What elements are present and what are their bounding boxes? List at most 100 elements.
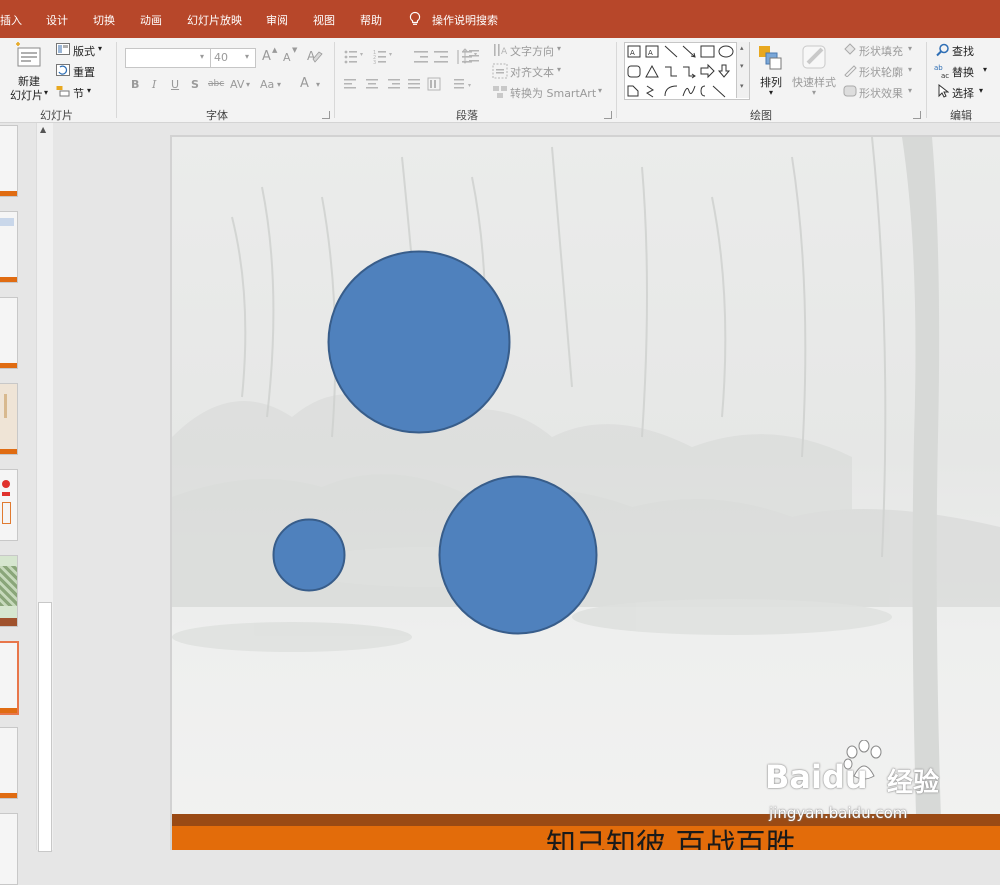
chevron-down-icon[interactable]: ▾: [316, 80, 320, 89]
character-spacing-button[interactable]: AV: [230, 78, 244, 91]
font-size-select[interactable]: 40 ▾: [210, 48, 256, 68]
layout-icon: [56, 43, 70, 55]
editing-group-label: 编辑: [950, 109, 972, 122]
search-tell-me[interactable]: 操作说明搜索: [432, 12, 498, 28]
chevron-down-icon[interactable]: ▾: [44, 88, 48, 97]
chevron-down-icon[interactable]: ▾: [277, 80, 281, 89]
medium-circle[interactable]: [438, 475, 598, 635]
drawing-dialog-launcher-icon[interactable]: [913, 111, 921, 119]
chevron-down-icon[interactable]: ▾: [557, 44, 561, 53]
find-icon: [936, 43, 949, 57]
svg-text:A: A: [648, 49, 653, 57]
scroll-down-icon[interactable]: ▾: [740, 62, 744, 70]
chevron-down-icon[interactable]: ▾: [246, 80, 250, 89]
arrange-icon: [759, 46, 782, 70]
font-name-select[interactable]: ▾: [125, 48, 211, 68]
alignment-icons: ▾: [344, 77, 471, 91]
cursor-icon: [938, 84, 949, 98]
slide-thumbnail[interactable]: [0, 555, 18, 627]
svg-text:▾: ▾: [468, 82, 471, 89]
tab-transitions[interactable]: 切换: [93, 12, 115, 28]
slide-thumbnail[interactable]: [0, 383, 18, 455]
shapes-gallery-icons: A A: [627, 45, 734, 98]
font-dialog-launcher-icon[interactable]: [322, 111, 330, 119]
chevron-down-icon[interactable]: ▾: [98, 44, 102, 53]
drawing-group-label: 绘图: [750, 109, 772, 122]
slide-thumbnail[interactable]: [0, 813, 18, 885]
slide-thumbnail[interactable]: [0, 727, 18, 799]
svg-text:ac: ac: [941, 72, 949, 79]
shape-fill-button[interactable]: 形状填充: [859, 43, 903, 59]
ribbon-tab-bar: 插入 设计 切换 动画 幻灯片放映 审阅 视图 帮助 操作说明搜索: [0, 0, 1000, 38]
shape-effects-icon: [843, 85, 857, 97]
chevron-down-icon[interactable]: ▾: [908, 44, 912, 53]
slide-thumbnail[interactable]: [0, 211, 18, 283]
change-case-button[interactable]: Aa: [260, 78, 274, 91]
reset-button[interactable]: 重置: [73, 64, 95, 80]
more-shapes-icon[interactable]: ▾: [740, 82, 744, 90]
underline-button[interactable]: U: [171, 78, 179, 91]
shape-outline-button[interactable]: 形状轮廓: [859, 64, 903, 80]
clear-formatting-icon[interactable]: A: [306, 48, 324, 64]
italic-button[interactable]: I: [152, 78, 156, 91]
bold-button[interactable]: B: [131, 78, 139, 91]
large-circle[interactable]: [327, 250, 511, 434]
select-button[interactable]: 选择: [952, 85, 974, 101]
chevron-down-icon[interactable]: ▾: [87, 86, 91, 95]
convert-smartart-button[interactable]: 转换为 SmartArt: [510, 85, 596, 101]
shape-outline-icon: [844, 65, 857, 77]
grow-font-button[interactable]: A: [262, 49, 271, 64]
shapes-gallery-scroll[interactable]: ▴ ▾ ▾: [736, 42, 749, 98]
align-text-button[interactable]: 对齐文本: [510, 64, 554, 80]
smartart-icon: [493, 86, 507, 98]
tab-design[interactable]: 设计: [46, 12, 68, 28]
chevron-down-icon[interactable]: ▾: [812, 88, 816, 97]
tab-help[interactable]: 帮助: [360, 12, 382, 28]
scrollbar-thumb[interactable]: [38, 602, 52, 852]
slide-thumbnail-current[interactable]: [0, 641, 19, 715]
chevron-down-icon[interactable]: ▾: [983, 65, 987, 74]
small-circle[interactable]: [272, 518, 346, 592]
shapes-gallery[interactable]: A A: [624, 42, 750, 100]
shadow-button[interactable]: S: [191, 78, 199, 91]
scroll-up-icon[interactable]: ▴: [740, 44, 744, 52]
list-indent-icons: ▾ 1 2 3 ▾ ▾: [344, 50, 477, 66]
chevron-down-icon: ▾: [245, 52, 250, 61]
svg-text:3: 3: [373, 60, 376, 66]
scroll-up-icon[interactable]: ▲: [40, 125, 46, 134]
svg-text:▾: ▾: [389, 51, 392, 58]
slide-thumbnail[interactable]: [0, 125, 18, 197]
tab-view[interactable]: 视图: [313, 12, 335, 28]
strikethrough-button[interactable]: abc: [208, 79, 224, 89]
tab-review[interactable]: 审阅: [266, 12, 288, 28]
chevron-down-icon[interactable]: ▾: [908, 86, 912, 95]
slide-thumbnail[interactable]: [0, 469, 18, 541]
new-slide-icon[interactable]: [14, 42, 44, 72]
slide-thumbnail[interactable]: [0, 297, 18, 369]
tab-insert[interactable]: 插入: [0, 12, 22, 28]
line-spacing-icon[interactable]: [462, 47, 484, 65]
text-direction-button[interactable]: 文字方向: [510, 43, 554, 59]
replace-button[interactable]: 替换: [952, 64, 974, 80]
shrink-font-button[interactable]: A: [283, 51, 291, 64]
chevron-down-icon[interactable]: ▾: [557, 65, 561, 74]
font-color-button[interactable]: A: [300, 76, 309, 91]
footer-title[interactable]: 知己知彼 百战百胜: [546, 830, 796, 851]
shape-effects-button[interactable]: 形状效果: [859, 85, 903, 101]
lightbulb-icon: [409, 11, 421, 25]
section-button[interactable]: 节: [73, 85, 84, 101]
chevron-down-icon[interactable]: ▾: [979, 86, 983, 95]
chevron-down-icon[interactable]: ▾: [908, 65, 912, 74]
shape-fill-icon: [844, 43, 856, 55]
section-icon: [56, 86, 70, 97]
new-slide-label-2[interactable]: 幻灯片: [10, 87, 43, 103]
baidu-watermark: Baidu 经验 jingyan.baidu.com: [765, 740, 945, 830]
chevron-down-icon[interactable]: ▾: [598, 86, 602, 95]
tab-animations[interactable]: 动画: [140, 12, 162, 28]
layout-button[interactable]: 版式: [73, 43, 95, 59]
paragraph-dialog-launcher-icon[interactable]: [604, 111, 612, 119]
find-button[interactable]: 查找: [952, 43, 974, 59]
tab-slideshow[interactable]: 幻灯片放映: [187, 12, 242, 28]
chevron-down-icon[interactable]: ▾: [769, 88, 773, 97]
reset-icon: [56, 64, 70, 76]
